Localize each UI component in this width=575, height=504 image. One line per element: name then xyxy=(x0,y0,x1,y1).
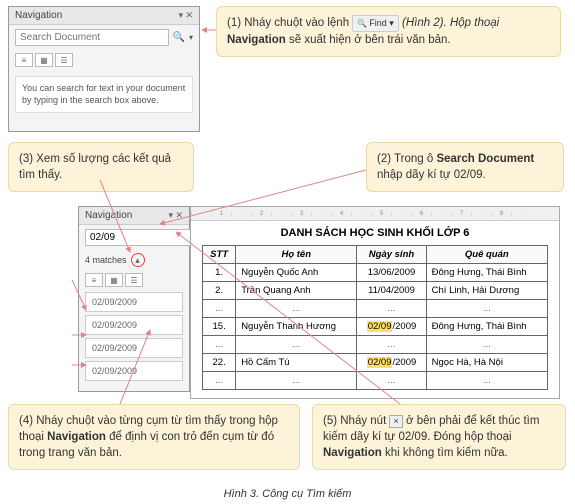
tab-pages[interactable]: ▦ xyxy=(35,53,53,67)
cell-stt: 22. xyxy=(203,354,236,372)
cell-stt: ... xyxy=(203,300,236,318)
cell-dob: 02/09/2009 xyxy=(357,354,426,372)
search-row: × ▾ xyxy=(79,225,189,250)
col-place: Quê quán xyxy=(426,246,547,264)
panel-title: Navigation xyxy=(15,10,62,21)
text: khi không tìm kiếm nữa. xyxy=(385,447,508,459)
cell-stt: ... xyxy=(203,372,236,390)
panel-title: Navigation xyxy=(85,210,132,221)
cell-dob: ... xyxy=(357,372,426,390)
cell-place: ... xyxy=(426,372,547,390)
cell-stt: ... xyxy=(203,336,236,354)
cell-place: ... xyxy=(426,300,547,318)
cell-place: Đông Hưng, Thái Bình xyxy=(426,318,547,336)
panel-header: Navigation ▾ ✕ xyxy=(9,7,199,25)
text: (1) Nháy chuột vào lệnh xyxy=(227,17,352,29)
cell-name: ... xyxy=(236,372,357,390)
panel-controls[interactable]: ▾ ✕ xyxy=(178,10,193,21)
cell-name: Hồ Cẩm Tú xyxy=(236,354,357,372)
document-preview: ·1·2·3·4·5·6·7·8· DANH SÁCH HỌC SINH KHỐ… xyxy=(190,206,560,399)
tab-headings[interactable]: ≡ xyxy=(85,273,103,287)
text: Navigation xyxy=(323,447,382,459)
cell-name: ... xyxy=(236,336,357,354)
nav-tabs: ≡ ▦ ☰ xyxy=(79,270,189,290)
result-item[interactable]: 02/09/2009 xyxy=(85,361,183,381)
callout-4: (4) Nháy chuột vào từng cụm từ tìm thấy … xyxy=(8,404,300,470)
text: Search Document xyxy=(436,153,534,165)
callout-3: (3) Xem số lượng các kết quả tìm thấy. xyxy=(8,142,194,192)
panel-controls[interactable]: ▾ ✕ xyxy=(168,210,183,221)
cell-place: Đông Hưng, Thái Bình xyxy=(426,264,547,282)
text: Navigation xyxy=(47,431,106,443)
callout-5: (5) Nháy nút × ở bên phải để kết thúc tì… xyxy=(312,404,566,470)
navigation-panel-results: Navigation ▾ ✕ × ▾ 4 matches ▴ ≡ ▦ ☰ 02/… xyxy=(78,206,190,392)
col-dob: Ngày sinh xyxy=(357,246,426,264)
cell-name: Trần Quang Anh xyxy=(236,282,357,300)
close-button-image: × xyxy=(389,415,402,428)
cell-name: Nguyễn Quốc Anh xyxy=(236,264,357,282)
match-count: 4 matches xyxy=(85,255,127,265)
cell-name: ... xyxy=(236,300,357,318)
panel-header: Navigation ▾ ✕ xyxy=(79,207,189,225)
callout-1: (1) Nháy chuột vào lệnh Find ▾ (Hình 2).… xyxy=(216,6,561,57)
nav-prev-icon[interactable]: ▴ xyxy=(131,253,145,267)
search-dropdown-icon[interactable]: ▾ xyxy=(189,33,193,42)
cell-stt: 1. xyxy=(203,264,236,282)
cell-place: Ngọc Hà, Hà Nội xyxy=(426,354,547,372)
col-stt: STT xyxy=(203,246,236,264)
col-name: Họ tên xyxy=(236,246,357,264)
tab-pages[interactable]: ▦ xyxy=(105,273,123,287)
cell-dob: ... xyxy=(357,300,426,318)
search-hint: You can search for text in your document… xyxy=(15,76,193,113)
result-item[interactable]: 02/09/2009 xyxy=(85,292,183,312)
cell-dob: 11/04/2009 xyxy=(357,282,426,300)
cell-place: Chí Linh, Hải Dương xyxy=(426,282,547,300)
results-list: 02/09/2009 02/09/2009 02/09/2009 02/09/2… xyxy=(79,290,189,386)
result-item[interactable]: 02/09/2009 xyxy=(85,338,183,358)
text: Navigation xyxy=(227,34,286,46)
nav-tabs: ≡ ▦ ☰ xyxy=(9,50,199,70)
cell-stt: 15. xyxy=(203,318,236,336)
text: (Hình 2). Hộp thoại xyxy=(402,17,499,29)
find-button-image: Find ▾ xyxy=(352,15,399,32)
text: (3) Xem số lượng các kết quả tìm thấy. xyxy=(19,153,171,181)
cell-place: ... xyxy=(426,336,547,354)
figure-caption: Hình 3. Công cụ Tìm kiếm xyxy=(0,488,575,500)
navigation-panel-initial: Navigation ▾ ✕ 🔍 ▾ ≡ ▦ ☰ You can search … xyxy=(8,6,200,132)
tab-results[interactable]: ☰ xyxy=(55,53,73,67)
cell-stt: 2. xyxy=(203,282,236,300)
document-title: DANH SÁCH HỌC SINH KHỐI LỚP 6 xyxy=(191,221,559,245)
text: nhập dãy kí tự 02/09. xyxy=(377,169,486,181)
ruler: ·1·2·3·4·5·6·7·8· xyxy=(191,207,559,221)
search-icon[interactable]: 🔍 xyxy=(173,32,185,43)
cell-dob: ... xyxy=(357,336,426,354)
text: sẽ xuất hiện ở bên trái văn bản. xyxy=(289,34,451,46)
result-item[interactable]: 02/09/2009 xyxy=(85,315,183,335)
text: (5) Nháy nút xyxy=(323,415,389,427)
search-row: 🔍 ▾ xyxy=(9,25,199,50)
cell-name: Nguyễn Thanh Hương xyxy=(236,318,357,336)
match-count-row: 4 matches ▴ xyxy=(79,250,189,270)
tab-results[interactable]: ☰ xyxy=(125,273,143,287)
text: (2) Trong ô xyxy=(377,153,436,165)
tab-headings[interactable]: ≡ xyxy=(15,53,33,67)
search-input[interactable] xyxy=(15,29,169,46)
cell-dob: 02/09/2009 xyxy=(357,318,426,336)
cell-dob: 13/06/2009 xyxy=(357,264,426,282)
student-table: STT Họ tên Ngày sinh Quê quán 1.Nguyễn Q… xyxy=(202,245,548,390)
callout-2: (2) Trong ô Search Document nhập dãy kí … xyxy=(366,142,564,192)
